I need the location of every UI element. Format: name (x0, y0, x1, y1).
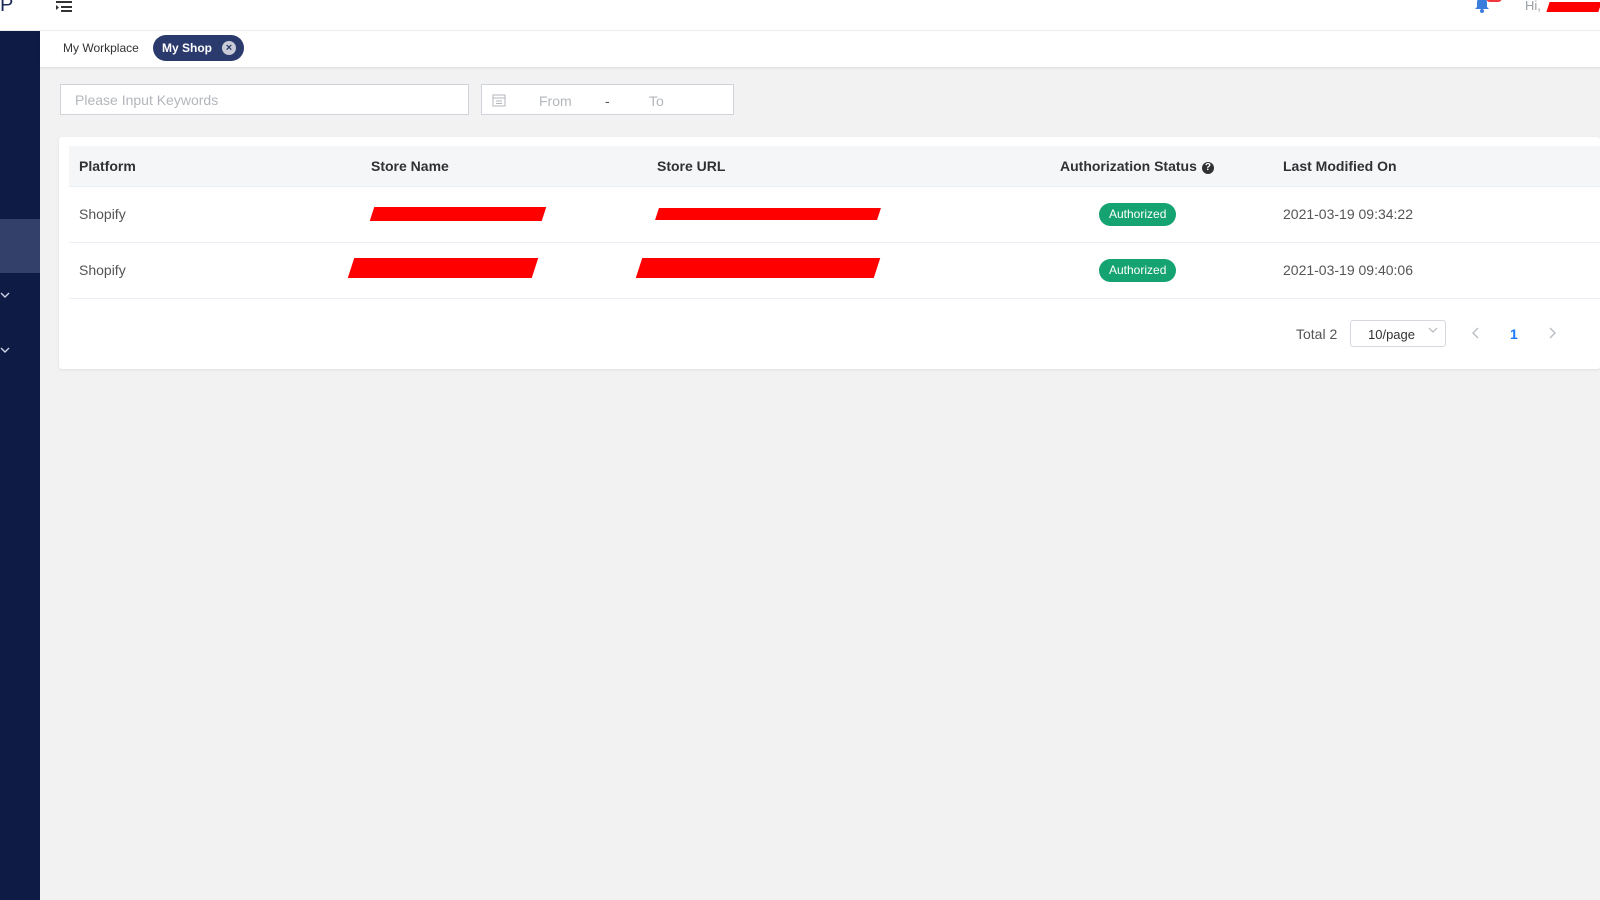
column-store-name: Store Name (371, 158, 449, 174)
redacted-store-url (635, 258, 881, 278)
logo: P (0, 0, 14, 16)
tabs-bar: My Workplace My Shop × (40, 31, 1600, 68)
shop-table-card: Platform Store Name Store URL Authorizat… (59, 137, 1600, 369)
column-store-url: Store URL (657, 158, 726, 174)
keyword-search-input[interactable] (60, 84, 469, 115)
table-header: Platform Store Name Store URL Authorizat… (69, 146, 1600, 187)
sidebar-item-active[interactable] (0, 219, 40, 273)
tab-my-workplace[interactable]: My Workplace (63, 41, 139, 55)
table-row[interactable]: Shopify Authorized 2021-03-19 09:40:06 (69, 243, 1600, 299)
cell-last-modified: 2021-03-19 09:34:22 (1283, 206, 1413, 222)
close-icon[interactable]: × (222, 41, 236, 55)
redacted-store-name (369, 207, 547, 221)
page-number-current[interactable]: 1 (1510, 326, 1518, 342)
calendar-icon (492, 94, 506, 107)
pagination-total: Total 2 (1296, 326, 1338, 342)
date-range-picker[interactable]: From - To (481, 84, 734, 115)
top-header: P Hi, (0, 0, 1600, 31)
redacted-username (1546, 2, 1600, 12)
date-from-input[interactable]: From (539, 93, 572, 109)
status-badge: Authorized (1099, 203, 1177, 226)
status-badge: Authorized (1099, 259, 1177, 282)
cell-last-modified: 2021-03-19 09:40:06 (1283, 262, 1413, 278)
date-separator: - (605, 93, 610, 109)
tab-my-shop-label: My Shop (162, 41, 212, 55)
user-greeting[interactable]: Hi, (1525, 0, 1541, 13)
chevron-down-icon[interactable] (0, 289, 12, 301)
column-authorization-status: Authorization Status? (1060, 158, 1214, 174)
menu-toggle-icon[interactable] (54, 0, 74, 18)
redacted-store-url (655, 208, 881, 220)
chevron-left-icon[interactable] (1469, 326, 1483, 340)
column-platform: Platform (79, 158, 136, 174)
bell-icon[interactable] (1473, 0, 1491, 14)
chevron-down-icon (1428, 327, 1438, 333)
date-to-input[interactable]: To (649, 93, 664, 109)
sidebar (0, 31, 40, 900)
column-last-modified: Last Modified On (1283, 158, 1397, 174)
page-size-value: 10/page (1368, 327, 1415, 342)
table-row[interactable]: Shopify Authorized 2021-03-19 09:34:22 (69, 187, 1600, 243)
redacted-store-name (347, 258, 539, 278)
help-icon[interactable]: ? (1201, 162, 1214, 174)
chevron-down-icon[interactable] (0, 344, 12, 356)
notification-badge (1486, 0, 1502, 2)
page-size-select[interactable]: 10/page (1350, 320, 1446, 347)
tab-my-shop[interactable]: My Shop × (153, 35, 244, 61)
cell-platform: Shopify (79, 262, 126, 278)
chevron-right-icon[interactable] (1545, 326, 1559, 340)
cell-platform: Shopify (79, 206, 126, 222)
column-authorization-status-label: Authorization Status (1060, 158, 1197, 174)
